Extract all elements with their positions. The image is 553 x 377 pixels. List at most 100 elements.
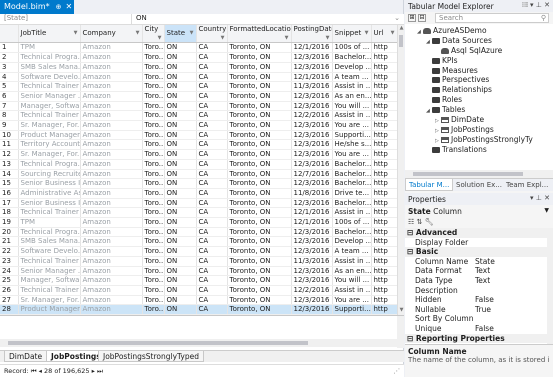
table-row[interactable]: 24 Senior Manager ... Amazon Toro... ON CA Tor…	[0, 266, 397, 277]
table-cell[interactable]: 12/3/2016 5:...	[291, 149, 333, 160]
table-cell[interactable]: ON	[164, 188, 197, 199]
table-cell[interactable]: ON	[164, 101, 197, 112]
chevron-down-icon[interactable]: ▼	[544, 207, 549, 214]
property-category[interactable]: ⊟ Reporting Properties	[405, 333, 553, 344]
table-cell[interactable]: 12/3/2016 5:...	[291, 62, 333, 73]
table-cell[interactable]: 12/3/2016 5:...	[291, 139, 333, 151]
table-cell[interactable]: http	[371, 266, 397, 277]
table-cell[interactable]: http	[371, 120, 397, 131]
table-cell[interactable]: http	[371, 42, 397, 54]
table-cell[interactable]: CA	[196, 110, 228, 122]
scroll-down-icon[interactable]: ▼	[398, 307, 405, 315]
table-row[interactable]: 21 SMB Sales Mana... Amazon Toro... ON CA Toro…	[0, 236, 397, 248]
tree-item[interactable]: ▷ DimDate	[405, 115, 553, 125]
table-cell[interactable]: You are ...	[332, 149, 372, 160]
table-cell[interactable]: ON	[164, 295, 197, 306]
table-cell[interactable]: Toronto, ON	[227, 130, 292, 141]
document-tab[interactable]: Model.bim* ⊕ ✕	[0, 0, 74, 14]
filter-dropdown-icon[interactable]: ▼	[285, 34, 289, 42]
table-row[interactable]: 27 Sr. Manager, For... Amazon Toro... ON CA To…	[0, 295, 397, 306]
row-number[interactable]: 20	[0, 227, 19, 238]
table-cell[interactable]: 12/3/2016 5:...	[291, 101, 333, 112]
table-cell[interactable]: Technical Progra...	[18, 52, 81, 63]
row-number[interactable]: 23	[0, 256, 19, 267]
table-cell[interactable]: Toro...	[142, 149, 165, 160]
table-cell[interactable]: http	[371, 72, 397, 83]
table-cell[interactable]: http	[371, 217, 397, 228]
table-cell[interactable]: 12/3/2016 5:...	[291, 159, 333, 170]
table-cell[interactable]: Drive te...	[332, 188, 372, 199]
tree-horizontal-scrollbar[interactable]	[405, 170, 553, 178]
close-icon[interactable]: ✕	[544, 1, 550, 9]
property-row[interactable]: Display Folder	[405, 238, 553, 248]
column-header[interactable]: FormattedLocation ▼	[227, 25, 292, 44]
table-cell[interactable]: http	[371, 246, 397, 257]
table-cell[interactable]: Toro...	[142, 207, 165, 219]
table-cell[interactable]: 12/3/2016 5:...	[291, 227, 333, 238]
row-number[interactable]: 1	[0, 42, 19, 54]
pin-icon[interactable]: ⊕	[56, 3, 62, 11]
table-cell[interactable]: CA	[196, 62, 228, 73]
tree-item[interactable]: ◢ AzureASDemo	[405, 26, 553, 36]
table-cell[interactable]: 11/3/2016 4:...	[291, 81, 333, 92]
tree-item[interactable]: ◢ Data Sources	[405, 36, 553, 46]
table-row[interactable]: 10 Product Manager... Amazon Toro... ON CA Tor…	[0, 130, 397, 141]
table-row[interactable]: 6 Senior Manager ... Amazon Toro... ON CA Toro…	[0, 91, 397, 102]
table-cell[interactable]: Toronto, ON	[227, 159, 292, 170]
table-cell[interactable]: ON	[164, 72, 197, 83]
table-cell[interactable]: CA	[196, 207, 228, 219]
table-row[interactable]: 13 Technical Progra... Amazon Toro... ON CA To…	[0, 159, 397, 170]
table-cell[interactable]: Toro...	[142, 91, 165, 102]
table-cell[interactable]: Amazon	[80, 130, 143, 141]
table-cell[interactable]: Amazon	[80, 62, 143, 73]
table-cell[interactable]: Amazon	[80, 304, 143, 315]
table-row[interactable]: 26 Technical Trainer Amazon Toro... ON CA Toro…	[0, 285, 397, 296]
table-cell[interactable]: CA	[196, 188, 228, 199]
filter-dropdown-icon[interactable]: ▼	[365, 29, 369, 38]
table-cell[interactable]: Amazon	[80, 91, 143, 102]
table-row[interactable]: 9 Sr. Manager, For... Amazon Toro... ON CA Tor…	[0, 120, 397, 131]
table-cell[interactable]: http	[371, 304, 397, 315]
collapse-icon[interactable]: ⊟	[407, 228, 416, 237]
table-cell[interactable]: Amazon	[80, 149, 143, 160]
table-row[interactable]: 8 Technical Trainer Amazon Toro... ON CA Toron…	[0, 110, 397, 122]
table-cell[interactable]: Toronto, ON	[227, 227, 292, 238]
table-tab[interactable]: JobPostings	[46, 351, 106, 362]
table-cell[interactable]: He/she s...	[332, 139, 372, 151]
row-number[interactable]: 25	[0, 275, 19, 286]
property-value[interactable]: True	[475, 305, 491, 315]
table-cell[interactable]: Toronto, ON	[227, 217, 292, 228]
table-cell[interactable]: http	[371, 295, 397, 306]
table-row[interactable]: 17Senior Business I...AmazonToro...ONCAT…	[0, 198, 397, 209]
table-cell[interactable]: 12/1/2016 5:...	[291, 42, 333, 54]
table-cell[interactable]: Toro...	[142, 246, 165, 257]
dropdown-icon[interactable]: ▾	[530, 194, 534, 202]
table-cell[interactable]: 12/3/2016 5:...	[291, 266, 333, 277]
row-number[interactable]: 24	[0, 266, 19, 277]
sort-icon[interactable]: ⊟	[418, 14, 426, 22]
table-cell[interactable]: 12/3/2016 5:...	[291, 198, 333, 209]
filter-dropdown-icon[interactable]: ▼	[391, 29, 395, 38]
row-number[interactable]: 9	[0, 120, 19, 131]
table-cell[interactable]: As an en...	[332, 91, 372, 102]
property-row[interactable]: Unique False	[405, 324, 553, 334]
table-cell[interactable]: ON	[164, 217, 197, 228]
table-cell[interactable]: http	[371, 198, 397, 209]
table-cell[interactable]: http	[371, 139, 397, 151]
table-cell[interactable]: ON	[164, 42, 197, 54]
property-row[interactable]: Sort By Column	[405, 314, 553, 324]
row-number[interactable]: 6	[0, 91, 19, 102]
row-number[interactable]: 17	[0, 198, 19, 209]
property-row[interactable]: Column Name State	[405, 257, 553, 267]
table-cell[interactable]: Toronto, ON	[227, 304, 292, 315]
table-cell[interactable]: Technical Trainer	[18, 110, 81, 122]
table-cell[interactable]: Toro...	[142, 236, 165, 248]
table-cell[interactable]: CA	[196, 227, 228, 238]
property-value[interactable]: Text	[475, 266, 490, 276]
collapse-all-icon[interactable]: ⊞	[408, 14, 416, 22]
row-number[interactable]: 5	[0, 81, 19, 92]
table-cell[interactable]: Toro...	[142, 188, 165, 199]
table-cell[interactable]: Toronto, ON	[227, 62, 292, 73]
table-cell[interactable]: Technical Trainer	[18, 81, 81, 92]
table-cell[interactable]: 12/2/2016 5:...	[291, 285, 333, 296]
